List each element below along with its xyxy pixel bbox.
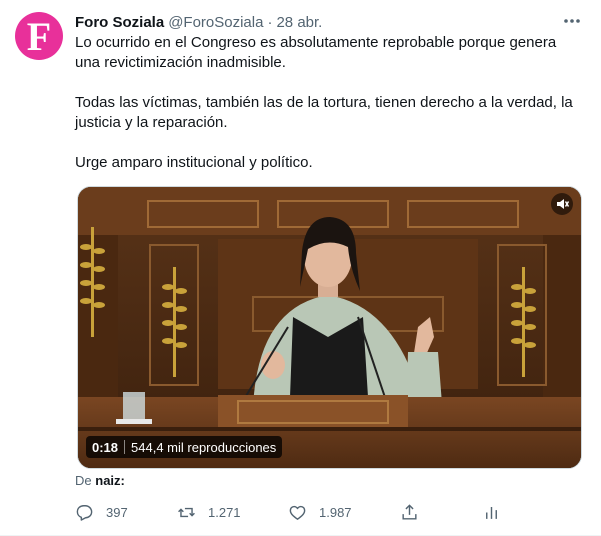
share-button[interactable] [400, 500, 419, 524]
like-button[interactable]: 1.987 [288, 500, 352, 524]
tweet-card[interactable]: F Foro Soziala @ForoSoziala · 28 abr. Lo… [0, 0, 601, 536]
tweet-header: Foro Soziala @ForoSoziala · 28 abr. [75, 12, 322, 32]
source-user-link[interactable]: naiz: [95, 473, 125, 488]
video-player[interactable]: 0:18 544,4 mil reproducciones [77, 186, 582, 469]
like-icon [289, 505, 306, 520]
reply-count: 397 [106, 504, 128, 520]
video-duration: 0:18 [92, 439, 119, 455]
tweet-paragraph: Urge amparo institucional y político. [75, 154, 313, 171]
tweet-date[interactable]: 28 abr. [276, 14, 322, 31]
tweet-paragraph: Lo ocurrido en el Congreso es absolutame… [75, 34, 557, 71]
tweet-text: Lo ocurrido en el Congreso es absolutame… [75, 33, 580, 173]
action-bar: 397 1.271 1.987 [75, 500, 505, 524]
video-thumbnail [78, 187, 581, 468]
retweet-icon [178, 507, 195, 517]
more-icon[interactable] [560, 10, 584, 32]
source-prefix: De [75, 473, 92, 488]
analytics-button[interactable] [482, 500, 501, 524]
display-name[interactable]: Foro Soziala [75, 14, 164, 31]
sound-icon[interactable] [551, 193, 573, 215]
media-source: De naiz: [75, 473, 125, 488]
video-separator [124, 440, 126, 454]
tweet-paragraph: Todas las víctimas, también las de la to… [75, 94, 573, 131]
avatar-logo: F [26, 14, 52, 59]
reply-icon [76, 504, 93, 521]
user-handle[interactable]: @ForoSoziala [168, 14, 263, 31]
video-views: 544,4 mil reproducciones [131, 439, 277, 455]
avatar[interactable]: F [15, 12, 63, 60]
like-count: 1.987 [319, 504, 352, 520]
reply-button[interactable]: 397 [75, 500, 128, 524]
retweet-button[interactable]: 1.271 [177, 500, 241, 524]
share-icon [402, 503, 417, 520]
video-info-pill: 0:18 544,4 mil reproducciones [86, 436, 283, 458]
analytics-icon [486, 506, 497, 519]
retweet-count: 1.271 [208, 504, 241, 520]
separator-dot: · [267, 13, 273, 31]
